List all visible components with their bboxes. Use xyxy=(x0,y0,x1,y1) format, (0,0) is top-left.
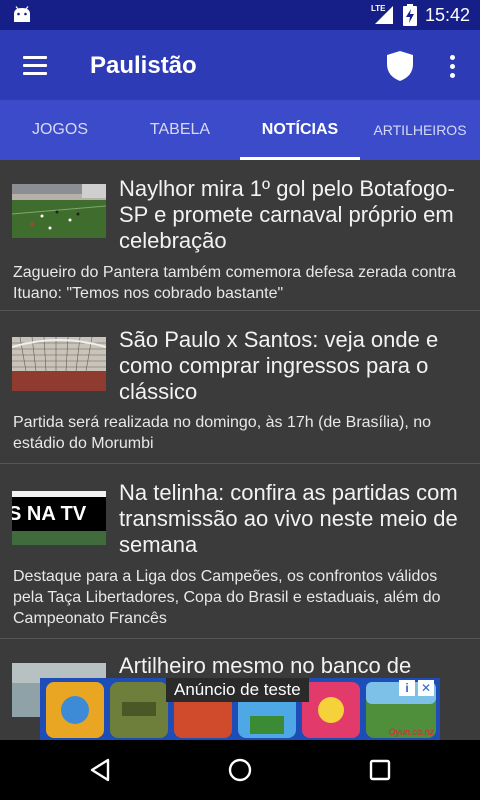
news-summary: Partida será realizada no domingo, às 17… xyxy=(13,414,432,452)
system-nav-bar xyxy=(0,740,480,800)
tab-jogos[interactable]: JOGOS xyxy=(0,100,120,160)
back-icon[interactable] xyxy=(88,757,114,783)
home-icon[interactable] xyxy=(227,757,253,783)
news-thumbnail-soccer-field xyxy=(12,184,106,238)
ad-banner[interactable]: Anúncio de teste i ✕ Oyun.co.nz xyxy=(40,678,440,740)
thumbnail-text: S NA TV xyxy=(12,503,87,525)
ad-label: Anúncio de teste xyxy=(166,678,309,702)
ad-close-icon[interactable]: ✕ xyxy=(418,680,434,696)
shield-icon[interactable] xyxy=(386,50,414,82)
tab-artilheiros[interactable]: ARTILHEIROS xyxy=(360,100,480,160)
news-item[interactable]: São Paulo x Santos: veja onde e como com… xyxy=(0,311,480,464)
news-item[interactable]: Naylhor mira 1º gol pelo Botafogo-SP e p… xyxy=(0,160,480,311)
ad-controls: i ✕ xyxy=(399,680,434,696)
ad-watermark: Oyun.co.nz xyxy=(388,727,434,737)
clock: 15:42 xyxy=(424,4,470,25)
android-icon xyxy=(14,6,30,22)
news-thumbnail-goal-net xyxy=(12,337,106,391)
news-title: Artilheiro mesmo no banco de xyxy=(119,653,412,678)
recents-icon[interactable] xyxy=(367,757,393,783)
news-title: São Paulo x Santos: veja onde e como com… xyxy=(119,327,439,404)
tab-tabela[interactable]: TABELA xyxy=(120,100,240,160)
news-thumbnail-na-tv-banner: S NA TV xyxy=(12,491,106,545)
news-item[interactable]: S NA TV Na telinha: confira as partidas … xyxy=(0,464,480,639)
app-bar: Paulistão xyxy=(0,30,480,100)
news-title: Na telinha: confira as partidas com tran… xyxy=(119,480,458,557)
menu-icon[interactable] xyxy=(14,44,56,86)
news-summary: Destaque para a Liga dos Campeões, os co… xyxy=(13,568,441,627)
tab-bar: JOGOS TABELA NOTÍCIAS ARTILHEIROS xyxy=(0,100,480,160)
more-options-icon[interactable] xyxy=(440,50,464,82)
page-title: Paulistão xyxy=(90,52,197,79)
news-summary: Zagueiro do Pantera também comemora defe… xyxy=(13,264,456,302)
news-title: Naylhor mira 1º gol pelo Botafogo-SP e p… xyxy=(119,176,455,253)
ad-info-icon[interactable]: i xyxy=(399,680,415,696)
lte-signal-icon: LTE xyxy=(371,4,395,25)
app-screen: LTE 15:42 Paulistão JOGOS TABELA NOTÍCIA… xyxy=(0,0,480,800)
status-bar: LTE 15:42 xyxy=(0,0,480,30)
news-list: Naylhor mira 1º gol pelo Botafogo-SP e p… xyxy=(0,160,480,740)
tab-noticias[interactable]: NOTÍCIAS xyxy=(240,100,360,160)
battery-charging-icon xyxy=(402,4,417,26)
